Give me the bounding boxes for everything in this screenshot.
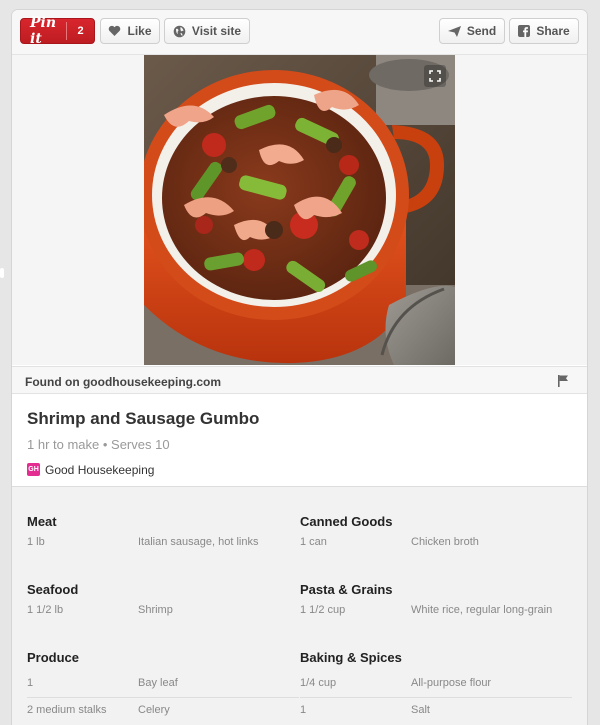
send-button[interactable]: Send [439, 18, 505, 44]
background-fragment [0, 268, 4, 278]
group-heading: Pasta & Grains [300, 582, 393, 597]
recipe-header: Shrimp and Sausage Gumbo 1 hr to make • … [12, 394, 587, 486]
ingredient-qty: 1 can [300, 536, 327, 548]
ingredient-name: Chicken broth [411, 536, 479, 548]
pin-count: 2 [77, 25, 84, 37]
ingredient-row: 1 Bay leaf [27, 670, 299, 698]
paper-plane-icon [447, 25, 461, 37]
recipe-title[interactable]: Shrimp and Sausage Gumbo [27, 409, 259, 429]
ingredient-row: 1 1/2 lb Shrimp [27, 597, 299, 624]
ingredients-panel: Meat 1 lb Italian sausage, hot links Sea… [12, 486, 587, 725]
ingredient-qty: 1/4 cup [300, 677, 337, 689]
flag-icon[interactable] [558, 374, 569, 392]
ingredient-row: 1/4 cup All-purpose flour [300, 670, 572, 698]
recipe-meta: 1 hr to make • Serves 10 [27, 437, 170, 452]
ingredient-name: Bay leaf [138, 677, 178, 689]
share-label: Share [536, 24, 570, 38]
facebook-icon [518, 25, 531, 37]
group-heading: Canned Goods [300, 514, 393, 529]
ingredient-name: Italian sausage, hot links [138, 536, 259, 548]
ingredient-row: 2 medium stalks Celery [27, 697, 299, 724]
ingredient-qty: 1 [300, 704, 307, 716]
group-heading: Baking & Spices [300, 650, 402, 665]
pin-image-area [12, 55, 587, 365]
visit-site-label: Visit site [191, 24, 242, 38]
like-button[interactable]: Like [100, 18, 160, 44]
group-heading: Meat [27, 514, 57, 529]
pin-it-label: Pin it [30, 15, 57, 47]
globe-icon [173, 25, 186, 38]
group-heading: Produce [27, 650, 80, 665]
share-button[interactable]: Share [509, 18, 579, 44]
group-heading: Seafood [27, 582, 79, 597]
ingredient-row: 1 1/2 cup White rice, regular long-grain [300, 597, 572, 624]
source-name[interactable]: Good Housekeeping [45, 463, 154, 477]
gumbo-photo[interactable] [139, 55, 455, 365]
ingredient-name: Celery [138, 704, 170, 716]
pin-card: Pin it 2 Like Visit site Send Share Foun… [12, 10, 587, 725]
ingredient-name: Shrimp [138, 604, 173, 616]
pin-it-button[interactable]: Pin it 2 [20, 15, 95, 47]
ingredient-row: 1 lb Italian sausage, hot links [27, 529, 299, 556]
good-housekeeping-logo: GH [27, 463, 40, 476]
ingredient-row: 1 Salt [300, 697, 572, 724]
like-label: Like [127, 24, 152, 38]
ingredient-row: 1 can Chicken broth [300, 529, 572, 556]
found-on-link[interactable]: Found on goodhousekeeping.com [25, 375, 221, 389]
ingredient-qty: 1 1/2 cup [300, 604, 346, 616]
found-on-bar: Found on goodhousekeeping.com [12, 366, 587, 394]
ingredient-qty: 1 lb [27, 536, 45, 548]
visit-site-button[interactable]: Visit site [164, 18, 250, 44]
ingredient-name: White rice, regular long-grain [411, 604, 553, 616]
ingredient-name: Salt [411, 704, 430, 716]
heart-icon [108, 25, 121, 37]
ingredient-qty: 1 [27, 677, 34, 689]
send-label: Send [466, 24, 497, 38]
ingredient-name: All-purpose flour [411, 677, 492, 689]
pin-toolbar: Pin it 2 Like Visit site Send Share [12, 10, 587, 55]
ingredient-qty: 1 1/2 lb [27, 604, 64, 616]
expand-icon[interactable] [424, 65, 446, 87]
ingredient-qty: 2 medium stalks [27, 704, 107, 716]
